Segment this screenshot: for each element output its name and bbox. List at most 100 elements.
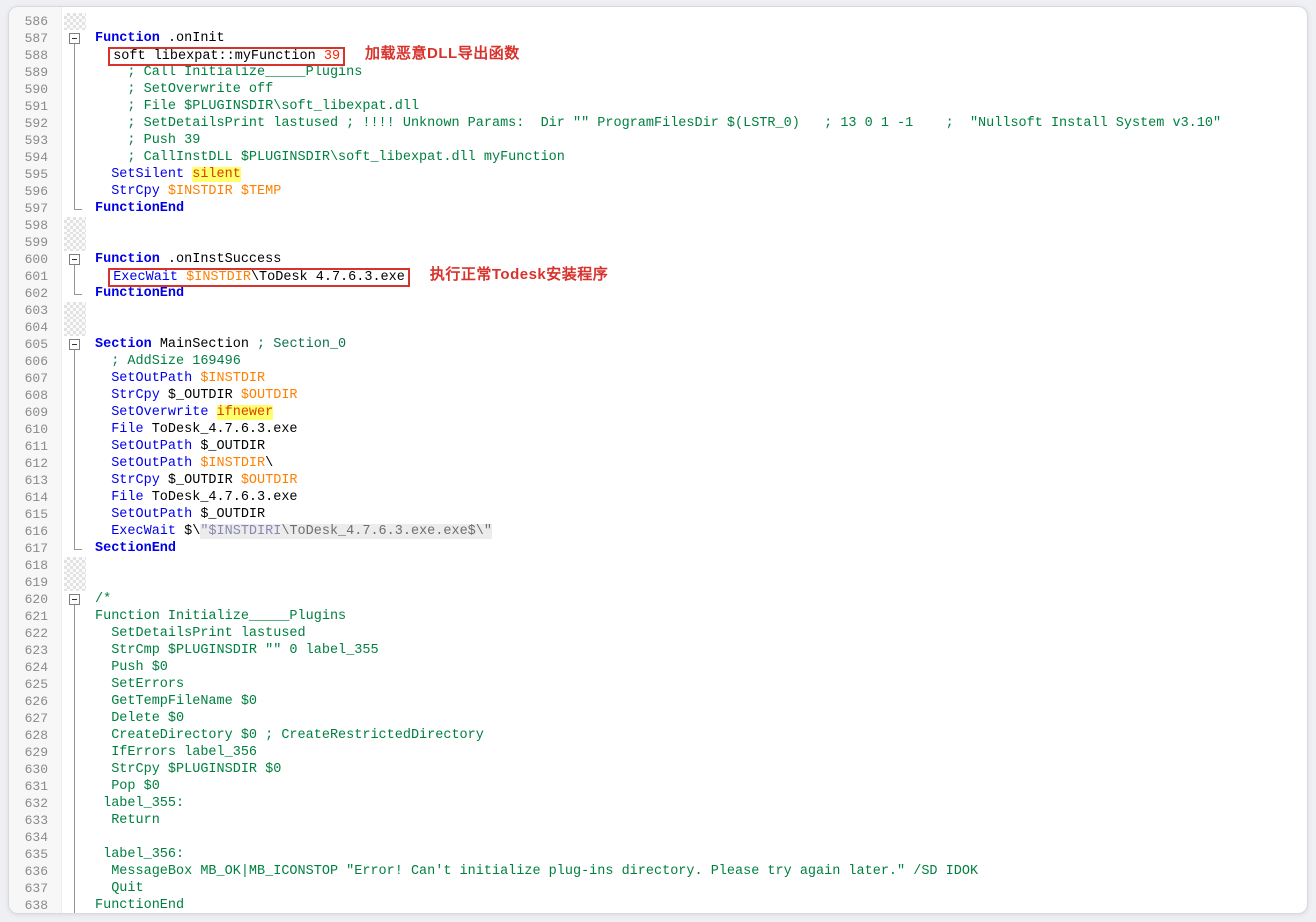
code-text[interactable]: Function .onInstSuccess (95, 251, 281, 268)
code-text[interactable]: ExecWait $INSTDIR\ToDesk 4.7.6.3.exe 执行正常… (95, 266, 608, 287)
code-text[interactable]: Delete $0 (95, 710, 184, 727)
line-number[interactable]: 618 (9, 558, 61, 573)
code-text[interactable]: GetTempFileName $0 (95, 693, 257, 710)
fold-collapse-icon[interactable] (61, 30, 87, 47)
line-number[interactable]: 624 (9, 660, 61, 675)
line-number[interactable]: 633 (9, 813, 61, 828)
line-number[interactable]: 626 (9, 694, 61, 709)
code-text[interactable]: FunctionEnd (95, 897, 184, 913)
code-text[interactable]: ; AddSize 169496 (95, 353, 241, 370)
fold-minus-icon[interactable] (68, 339, 80, 350)
line-number[interactable]: 611 (9, 439, 61, 454)
line-number[interactable]: 635 (9, 847, 61, 862)
code-text[interactable]: ; Call Initialize_____Plugins (95, 64, 362, 81)
code-text[interactable]: Quit (95, 880, 143, 897)
line-number[interactable]: 631 (9, 779, 61, 794)
code-text[interactable]: ; SetDetailsPrint lastused ; !!!! Unknow… (95, 115, 1221, 132)
code-text[interactable]: ; SetOverwrite off (95, 81, 273, 98)
code-text[interactable]: ; File $PLUGINSDIR\soft_libexpat.dll (95, 98, 419, 115)
fold-minus-icon[interactable] (68, 594, 80, 605)
line-number[interactable]: 595 (9, 167, 61, 182)
code-text[interactable]: SetSilent silent (95, 166, 241, 183)
code-text[interactable]: label_355: (95, 795, 184, 812)
code-text[interactable]: Push $0 (95, 659, 168, 676)
code-text[interactable]: soft libexpat::myFunction 39 加载恶意DLL导出函数 (95, 45, 520, 66)
code-text[interactable]: Return (95, 812, 160, 829)
fold-collapse-icon[interactable] (61, 336, 87, 353)
code-text[interactable]: FunctionEnd (95, 200, 184, 217)
line-number[interactable]: 590 (9, 82, 61, 97)
line-number[interactable]: 637 (9, 881, 61, 896)
code-text[interactable]: IfErrors label_356 (95, 744, 257, 761)
line-number[interactable]: 599 (9, 235, 61, 250)
code-text[interactable]: /* (95, 591, 111, 608)
line-number[interactable]: 620 (9, 592, 61, 607)
line-number[interactable]: 612 (9, 456, 61, 471)
code-text[interactable]: StrCpy $_OUTDIR $OUTDIR (95, 387, 297, 404)
code-text[interactable]: StrCpy $_OUTDIR $OUTDIR (95, 472, 297, 489)
line-number[interactable]: 604 (9, 320, 61, 335)
fold-minus-icon[interactable] (68, 33, 80, 44)
line-number[interactable]: 638 (9, 898, 61, 913)
line-number[interactable]: 628 (9, 728, 61, 743)
line-number[interactable]: 587 (9, 31, 61, 46)
code-text[interactable]: SetOutPath $_OUTDIR (95, 438, 265, 455)
code-text[interactable]: StrCpy $PLUGINSDIR $0 (95, 761, 281, 778)
line-number[interactable]: 610 (9, 422, 61, 437)
code-text[interactable]: SetOverwrite ifnewer (95, 404, 274, 421)
fold-minus-icon[interactable] (68, 254, 80, 265)
line-number[interactable]: 613 (9, 473, 61, 488)
code-text[interactable]: Function .onInit (95, 30, 225, 47)
line-number[interactable]: 632 (9, 796, 61, 811)
code-text[interactable]: FunctionEnd (95, 285, 184, 302)
code-text[interactable]: StrCmp $PLUGINSDIR "" 0 label_355 (95, 642, 378, 659)
line-number[interactable]: 622 (9, 626, 61, 641)
fold-collapse-icon[interactable] (61, 251, 87, 268)
line-number[interactable]: 617 (9, 541, 61, 556)
line-number[interactable]: 601 (9, 269, 61, 284)
line-number[interactable]: 636 (9, 864, 61, 879)
code-text[interactable]: SetOutPath $INSTDIR\ (95, 455, 273, 472)
line-number[interactable]: 614 (9, 490, 61, 505)
code-text[interactable]: Section MainSection ; Section_0 (95, 336, 346, 353)
line-number[interactable]: 605 (9, 337, 61, 352)
line-number[interactable]: 627 (9, 711, 61, 726)
line-number[interactable]: 594 (9, 150, 61, 165)
code-text[interactable]: SetDetailsPrint lastused (95, 625, 305, 642)
code-text[interactable]: SectionEnd (95, 540, 176, 557)
line-number[interactable]: 625 (9, 677, 61, 692)
code-text[interactable]: CreateDirectory $0 ; CreateRestrictedDir… (95, 727, 484, 744)
line-number[interactable]: 621 (9, 609, 61, 624)
code-text[interactable]: StrCpy $INSTDIR $TEMP (95, 183, 281, 200)
line-number[interactable]: 602 (9, 286, 61, 301)
line-number[interactable]: 592 (9, 116, 61, 131)
line-number[interactable]: 603 (9, 303, 61, 318)
line-number[interactable]: 606 (9, 354, 61, 369)
line-number[interactable]: 629 (9, 745, 61, 760)
code-text[interactable]: ; Push 39 (95, 132, 200, 149)
code-text[interactable]: SetOutPath $_OUTDIR (95, 506, 265, 523)
code-text[interactable]: label_356: (95, 846, 184, 863)
line-number[interactable]: 589 (9, 65, 61, 80)
line-number[interactable]: 586 (9, 14, 61, 29)
line-number[interactable]: 597 (9, 201, 61, 216)
code-text[interactable]: Pop $0 (95, 778, 160, 795)
code-text[interactable]: File ToDesk_4.7.6.3.exe (95, 489, 297, 506)
line-number[interactable]: 623 (9, 643, 61, 658)
line-number[interactable]: 596 (9, 184, 61, 199)
line-number[interactable]: 609 (9, 405, 61, 420)
line-number[interactable]: 616 (9, 524, 61, 539)
code-text[interactable]: File ToDesk_4.7.6.3.exe (95, 421, 297, 438)
code-text[interactable]: ; CallInstDLL $PLUGINSDIR\soft_libexpat.… (95, 149, 565, 166)
line-number[interactable]: 630 (9, 762, 61, 777)
line-number[interactable]: 607 (9, 371, 61, 386)
code-text[interactable]: SetOutPath $INSTDIR (95, 370, 265, 387)
line-number[interactable]: 591 (9, 99, 61, 114)
line-number[interactable]: 619 (9, 575, 61, 590)
code-text[interactable]: ExecWait $\"$INSTDIRI\ToDesk_4.7.6.3.exe… (95, 523, 492, 540)
fold-collapse-icon[interactable] (61, 591, 87, 608)
line-number[interactable]: 593 (9, 133, 61, 148)
code-text[interactable]: Function Initialize_____Plugins (95, 608, 346, 625)
code-text[interactable]: MessageBox MB_OK|MB_ICONSTOP "Error! Can… (95, 863, 978, 880)
line-number[interactable]: 588 (9, 48, 61, 63)
